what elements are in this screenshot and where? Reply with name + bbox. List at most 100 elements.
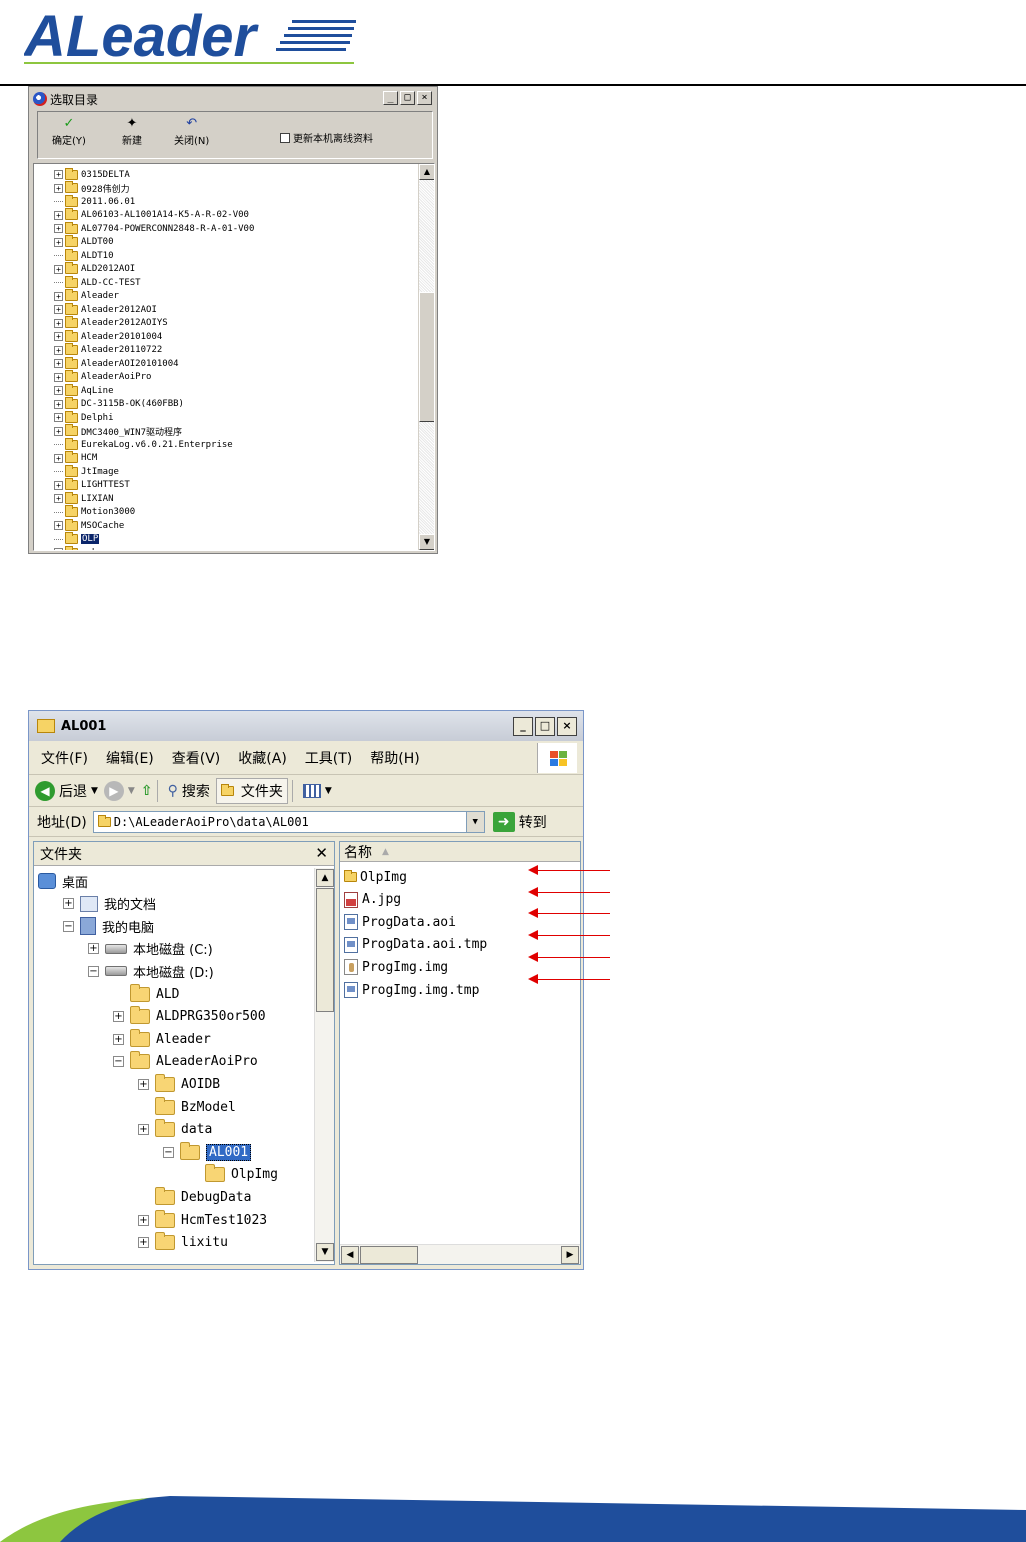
menu-file[interactable]: 文件(F) <box>41 748 88 768</box>
menu-edit[interactable]: 编辑(E) <box>106 748 154 768</box>
minimize-button[interactable]: _ <box>383 91 398 105</box>
folder-tree-item[interactable]: + 我的文档 <box>63 893 156 915</box>
confirm-button[interactable]: ✓ 确定(Y) <box>52 116 86 147</box>
tree-item[interactable]: + AL07704-POWERCONN2848-R-A-01-V00 <box>54 221 254 235</box>
expand-toggle[interactable]: + <box>54 399 63 409</box>
tree-item[interactable]: + cxh <box>54 545 97 550</box>
scroll-thumb[interactable] <box>316 888 334 1012</box>
folder-tree-item[interactable]: − ALeaderAoiPro <box>113 1051 258 1073</box>
close-button[interactable]: × <box>557 717 577 736</box>
expand-toggle[interactable]: − <box>163 1146 174 1158</box>
tree-item[interactable]: + LIXIAN <box>54 491 114 505</box>
scroll-thumb[interactable] <box>360 1246 418 1264</box>
expand-toggle[interactable]: + <box>54 332 63 341</box>
tree-item[interactable]: +0315DELTA <box>54 167 130 181</box>
explorer-titlebar[interactable]: AL001 _ □ × <box>29 711 583 741</box>
tree-item[interactable]: + LIGHTTEST <box>54 478 130 492</box>
expand-toggle[interactable]: + <box>54 426 63 436</box>
expand-toggle[interactable]: − <box>113 1056 124 1068</box>
expand-toggle[interactable]: + <box>88 943 99 955</box>
tree-item[interactable]: + HCM <box>54 451 97 465</box>
tree-item[interactable]: OLP <box>54 532 100 546</box>
expand-toggle[interactable]: + <box>138 1078 149 1090</box>
expand-toggle[interactable]: + <box>113 1033 124 1045</box>
go-button[interactable]: ➜ 转到 <box>492 811 547 832</box>
new-folder-button[interactable]: ✦ 新建 <box>122 116 142 147</box>
expand-toggle[interactable]: + <box>54 521 63 530</box>
folder-tree-item[interactable]: + data <box>138 1119 212 1141</box>
expand-toggle[interactable]: + <box>63 898 74 910</box>
close-pane-icon[interactable]: ✕ <box>315 844 328 862</box>
file-list-hscrollbar[interactable]: ◀ ▶ <box>340 1244 580 1264</box>
folder-tree-item[interactable]: − 本地磁盘 (D:) <box>88 960 214 982</box>
back-button[interactable]: ◀ 后退 ▼ <box>35 780 98 801</box>
folder-tree-item[interactable]: ALD <box>113 983 179 1005</box>
expand-toggle[interactable]: + <box>54 210 63 220</box>
expand-toggle[interactable]: + <box>138 1124 149 1136</box>
views-button[interactable]: ▼ <box>302 783 332 798</box>
expand-toggle[interactable]: + <box>54 453 63 463</box>
tree-item[interactable]: Motion3000 <box>54 505 135 519</box>
tree-item[interactable]: + Aleader2012AOIYS <box>54 316 168 330</box>
folder-tree-item[interactable]: + Aleader <box>113 1028 211 1050</box>
folder-tree-item[interactable]: OlpImg <box>188 1164 278 1186</box>
expand-toggle[interactable]: + <box>54 480 63 490</box>
forward-button[interactable]: ▶ ▼ <box>103 780 135 801</box>
tree-item[interactable]: + AleaderAoiPro <box>54 370 151 384</box>
dialog-close-button[interactable]: ↶ 关闭(N) <box>174 116 209 147</box>
expand-toggle[interactable]: + <box>54 305 63 314</box>
expand-toggle[interactable]: + <box>54 413 63 422</box>
folder-tree-item[interactable]: − 我的电脑 <box>63 915 154 937</box>
tree-item[interactable]: 2011.06.01 <box>54 194 135 208</box>
expand-toggle[interactable]: + <box>54 372 63 382</box>
tree-item[interactable]: EurekaLog.v6.0.21.Enterprise <box>54 437 233 451</box>
expand-toggle[interactable]: + <box>138 1214 149 1226</box>
scroll-thumb[interactable] <box>419 292 434 422</box>
tree-item[interactable]: + MSOCache <box>54 518 124 532</box>
expand-toggle[interactable]: + <box>54 494 63 503</box>
up-button[interactable]: ⇧ <box>141 783 153 799</box>
folder-tree-scrollbar[interactable]: ▲ ▼ <box>314 868 334 1262</box>
expand-toggle[interactable]: + <box>113 1011 124 1023</box>
expand-toggle[interactable]: − <box>63 920 74 932</box>
scroll-down-button[interactable]: ▼ <box>316 1243 334 1261</box>
address-input[interactable]: D:\ALeaderAoiPro\data\AL001 ▼ <box>92 810 485 833</box>
menu-tools[interactable]: 工具(T) <box>305 748 352 768</box>
folder-tree-item[interactable]: − AL001 <box>163 1141 252 1163</box>
folder-tree-item[interactable]: + AOIDB <box>138 1073 220 1095</box>
scroll-up-button[interactable]: ▲ <box>419 164 434 180</box>
menu-view[interactable]: 查看(V) <box>172 748 221 768</box>
expand-toggle[interactable]: + <box>54 224 63 233</box>
folder-tree-item[interactable]: + lixitu <box>138 1232 228 1254</box>
file-list-item[interactable]: ProgImg.img.tmp <box>344 979 479 1001</box>
folders-button[interactable]: 文件夹 <box>215 777 288 804</box>
tree-item[interactable]: + Aleader20110722 <box>54 343 162 357</box>
file-list-item[interactable]: ProgImg.img <box>344 956 448 978</box>
menu-help[interactable]: 帮助(H) <box>370 748 419 768</box>
tree-item[interactable]: + AleaderAOI20101004 <box>54 356 179 370</box>
tree-item[interactable]: ALD-CC-TEST <box>54 275 141 289</box>
expand-toggle[interactable]: − <box>88 965 99 977</box>
folder-tree-item[interactable]: + HcmTest1023 <box>138 1209 267 1231</box>
expand-toggle[interactable]: + <box>54 345 63 355</box>
tree-item[interactable]: + Aleader20101004 <box>54 329 162 343</box>
file-list-item[interactable]: ProgData.aoi.tmp <box>344 934 487 956</box>
tree-item[interactable]: ALDT10 <box>54 248 114 262</box>
expand-toggle[interactable]: + <box>138 1237 149 1249</box>
tree-item[interactable]: + Aleader2012AOI <box>54 302 157 316</box>
expand-toggle[interactable]: + <box>54 183 63 193</box>
maximize-button[interactable]: □ <box>535 717 555 736</box>
tree-item[interactable]: JtImage <box>54 464 119 478</box>
tree-item[interactable]: + AqLine <box>54 383 114 397</box>
expand-toggle[interactable]: + <box>54 318 63 328</box>
scroll-up-button[interactable]: ▲ <box>316 869 334 887</box>
tree-item[interactable]: + AL06103-AL1001A14-K5-A-R-02-V00 <box>54 208 249 222</box>
scroll-down-button[interactable]: ▼ <box>419 534 434 550</box>
expand-toggle[interactable]: + <box>54 170 63 179</box>
tree-item[interactable]: + Aleader <box>54 289 119 303</box>
dialog-titlebar[interactable]: 选取目录 _ □ × <box>31 89 435 109</box>
expand-toggle[interactable]: + <box>54 386 63 395</box>
tree-item[interactable]: +0928伟创力 <box>54 181 130 195</box>
scroll-right-button[interactable]: ▶ <box>561 1246 579 1264</box>
tree-item[interactable]: + Delphi <box>54 410 114 424</box>
